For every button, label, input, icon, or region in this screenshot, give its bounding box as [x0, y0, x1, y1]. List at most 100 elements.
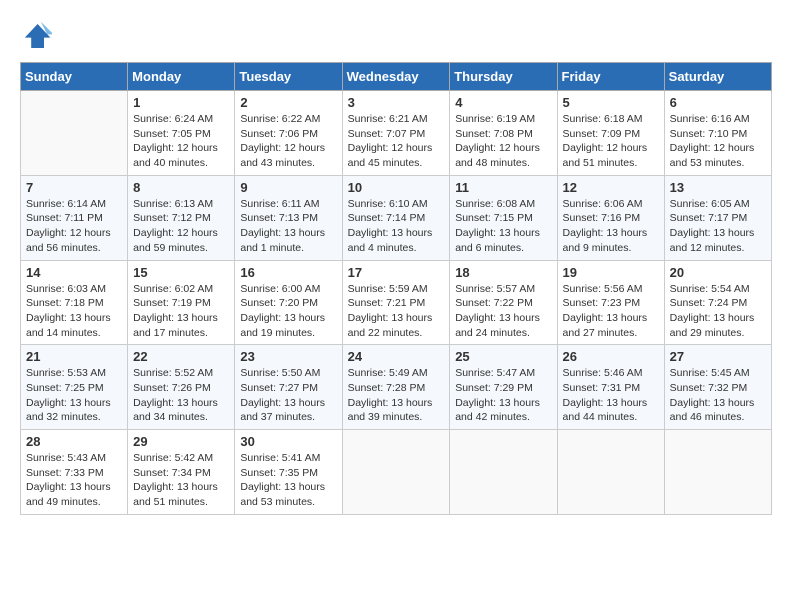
- calendar-cell: 13 Sunrise: 6:05 AMSunset: 7:17 PMDayligh…: [664, 175, 771, 260]
- day-number: 11: [455, 180, 551, 195]
- calendar-cell: 12 Sunrise: 6:06 AMSunset: 7:16 PMDayligh…: [557, 175, 664, 260]
- day-number: 29: [133, 434, 229, 449]
- day-info: Sunrise: 6:03 AMSunset: 7:18 PMDaylight:…: [26, 282, 122, 341]
- day-info: Sunrise: 6:19 AMSunset: 7:08 PMDaylight:…: [455, 112, 551, 171]
- day-info: Sunrise: 6:00 AMSunset: 7:20 PMDaylight:…: [240, 282, 336, 341]
- calendar-cell: 29 Sunrise: 5:42 AMSunset: 7:34 PMDayligh…: [128, 430, 235, 515]
- day-number: 7: [26, 180, 122, 195]
- calendar-cell: 3Sunrise: 6:21 AMSunset: 7:07 PMDaylight…: [342, 91, 450, 176]
- day-info: Sunrise: 6:10 AMSunset: 7:14 PMDaylight:…: [348, 197, 445, 256]
- day-number: 9: [240, 180, 336, 195]
- calendar-header: SundayMondayTuesdayWednesdayThursdayFrid…: [21, 63, 772, 91]
- day-info: Sunrise: 5:41 AMSunset: 7:35 PMDaylight:…: [240, 451, 336, 510]
- calendar-cell: 9 Sunrise: 6:11 AMSunset: 7:13 PMDaylight…: [235, 175, 342, 260]
- week-row: 7 Sunrise: 6:14 AMSunset: 7:11 PMDaylight…: [21, 175, 772, 260]
- day-number: 17: [348, 265, 445, 280]
- day-info: Sunrise: 5:54 AMSunset: 7:24 PMDaylight:…: [670, 282, 766, 341]
- day-number: 13: [670, 180, 766, 195]
- day-number: 10: [348, 180, 445, 195]
- calendar-cell: 7 Sunrise: 6:14 AMSunset: 7:11 PMDaylight…: [21, 175, 128, 260]
- week-row: 21 Sunrise: 5:53 AMSunset: 7:25 PMDayligh…: [21, 345, 772, 430]
- day-info: Sunrise: 5:43 AMSunset: 7:33 PMDaylight:…: [26, 451, 122, 510]
- calendar-cell: 30 Sunrise: 5:41 AMSunset: 7:35 PMDayligh…: [235, 430, 342, 515]
- day-number: 21: [26, 349, 122, 364]
- day-number: 16: [240, 265, 336, 280]
- calendar-cell: 28 Sunrise: 5:43 AMSunset: 7:33 PMDayligh…: [21, 430, 128, 515]
- page-header: [20, 20, 772, 52]
- calendar-cell: 2 Sunrise: 6:22 AMSunset: 7:06 PMDaylight…: [235, 91, 342, 176]
- day-number: 8: [133, 180, 229, 195]
- day-info: Sunrise: 6:06 AMSunset: 7:16 PMDaylight:…: [563, 197, 659, 256]
- logo: [20, 20, 56, 52]
- column-header-tuesday: Tuesday: [235, 63, 342, 91]
- day-info: Sunrise: 6:22 AMSunset: 7:06 PMDaylight:…: [240, 112, 336, 171]
- week-row: 14 Sunrise: 6:03 AMSunset: 7:18 PMDayligh…: [21, 260, 772, 345]
- day-info: Sunrise: 6:02 AMSunset: 7:19 PMDaylight:…: [133, 282, 229, 341]
- calendar-cell: [557, 430, 664, 515]
- day-info: Sunrise: 5:42 AMSunset: 7:34 PMDaylight:…: [133, 451, 229, 510]
- day-number: 14: [26, 265, 122, 280]
- calendar-cell: 23 Sunrise: 5:50 AMSunset: 7:27 PMDayligh…: [235, 345, 342, 430]
- day-info: Sunrise: 5:46 AMSunset: 7:31 PMDaylight:…: [563, 366, 659, 425]
- day-number: 1: [133, 95, 229, 110]
- day-number: 2: [240, 95, 336, 110]
- calendar-cell: 26Sunrise: 5:46 AMSunset: 7:31 PMDayligh…: [557, 345, 664, 430]
- column-header-monday: Monday: [128, 63, 235, 91]
- calendar-cell: 21 Sunrise: 5:53 AMSunset: 7:25 PMDayligh…: [21, 345, 128, 430]
- day-number: 5: [563, 95, 659, 110]
- day-info: Sunrise: 6:24 AMSunset: 7:05 PMDaylight:…: [133, 112, 229, 171]
- calendar-cell: [664, 430, 771, 515]
- column-header-wednesday: Wednesday: [342, 63, 450, 91]
- week-row: 28 Sunrise: 5:43 AMSunset: 7:33 PMDayligh…: [21, 430, 772, 515]
- calendar-cell: [342, 430, 450, 515]
- day-number: 27: [670, 349, 766, 364]
- logo-icon: [20, 20, 52, 52]
- calendar-cell: 14 Sunrise: 6:03 AMSunset: 7:18 PMDayligh…: [21, 260, 128, 345]
- calendar-cell: 5 Sunrise: 6:18 AMSunset: 7:09 PMDaylight…: [557, 91, 664, 176]
- day-number: 23: [240, 349, 336, 364]
- calendar-cell: 1 Sunrise: 6:24 AMSunset: 7:05 PMDaylight…: [128, 91, 235, 176]
- day-info: Sunrise: 5:47 AMSunset: 7:29 PMDaylight:…: [455, 366, 551, 425]
- calendar-cell: 4 Sunrise: 6:19 AMSunset: 7:08 PMDaylight…: [450, 91, 557, 176]
- calendar-cell: 19 Sunrise: 5:56 AMSunset: 7:23 PMDayligh…: [557, 260, 664, 345]
- day-number: 12: [563, 180, 659, 195]
- day-info: Sunrise: 5:57 AMSunset: 7:22 PMDaylight:…: [455, 282, 551, 341]
- calendar-cell: [450, 430, 557, 515]
- calendar-cell: 10 Sunrise: 6:10 AMSunset: 7:14 PMDayligh…: [342, 175, 450, 260]
- column-header-thursday: Thursday: [450, 63, 557, 91]
- calendar-cell: 24Sunrise: 5:49 AMSunset: 7:28 PMDayligh…: [342, 345, 450, 430]
- calendar-cell: 15Sunrise: 6:02 AMSunset: 7:19 PMDayligh…: [128, 260, 235, 345]
- day-info: Sunrise: 5:49 AMSunset: 7:28 PMDaylight:…: [348, 366, 445, 425]
- calendar-cell: 18 Sunrise: 5:57 AMSunset: 7:22 PMDayligh…: [450, 260, 557, 345]
- day-number: 19: [563, 265, 659, 280]
- column-header-sunday: Sunday: [21, 63, 128, 91]
- day-number: 3: [348, 95, 445, 110]
- day-info: Sunrise: 6:14 AMSunset: 7:11 PMDaylight:…: [26, 197, 122, 256]
- calendar-table: SundayMondayTuesdayWednesdayThursdayFrid…: [20, 62, 772, 515]
- day-info: Sunrise: 5:45 AMSunset: 7:32 PMDaylight:…: [670, 366, 766, 425]
- calendar-cell: 27 Sunrise: 5:45 AMSunset: 7:32 PMDayligh…: [664, 345, 771, 430]
- week-row: 1 Sunrise: 6:24 AMSunset: 7:05 PMDaylight…: [21, 91, 772, 176]
- header-row: SundayMondayTuesdayWednesdayThursdayFrid…: [21, 63, 772, 91]
- calendar-cell: [21, 91, 128, 176]
- column-header-saturday: Saturday: [664, 63, 771, 91]
- day-number: 18: [455, 265, 551, 280]
- day-info: Sunrise: 5:50 AMSunset: 7:27 PMDaylight:…: [240, 366, 336, 425]
- day-info: Sunrise: 6:11 AMSunset: 7:13 PMDaylight:…: [240, 197, 336, 256]
- calendar-cell: 8 Sunrise: 6:13 AMSunset: 7:12 PMDaylight…: [128, 175, 235, 260]
- day-info: Sunrise: 6:13 AMSunset: 7:12 PMDaylight:…: [133, 197, 229, 256]
- day-number: 4: [455, 95, 551, 110]
- calendar-cell: 25Sunrise: 5:47 AMSunset: 7:29 PMDayligh…: [450, 345, 557, 430]
- day-number: 30: [240, 434, 336, 449]
- day-info: Sunrise: 6:18 AMSunset: 7:09 PMDaylight:…: [563, 112, 659, 171]
- column-header-friday: Friday: [557, 63, 664, 91]
- calendar-cell: 6Sunrise: 6:16 AMSunset: 7:10 PMDaylight…: [664, 91, 771, 176]
- calendar-cell: 22 Sunrise: 5:52 AMSunset: 7:26 PMDayligh…: [128, 345, 235, 430]
- day-info: Sunrise: 5:56 AMSunset: 7:23 PMDaylight:…: [563, 282, 659, 341]
- day-info: Sunrise: 6:05 AMSunset: 7:17 PMDaylight:…: [670, 197, 766, 256]
- day-number: 22: [133, 349, 229, 364]
- day-info: Sunrise: 5:53 AMSunset: 7:25 PMDaylight:…: [26, 366, 122, 425]
- day-info: Sunrise: 5:52 AMSunset: 7:26 PMDaylight:…: [133, 366, 229, 425]
- day-number: 28: [26, 434, 122, 449]
- calendar-cell: 20Sunrise: 5:54 AMSunset: 7:24 PMDayligh…: [664, 260, 771, 345]
